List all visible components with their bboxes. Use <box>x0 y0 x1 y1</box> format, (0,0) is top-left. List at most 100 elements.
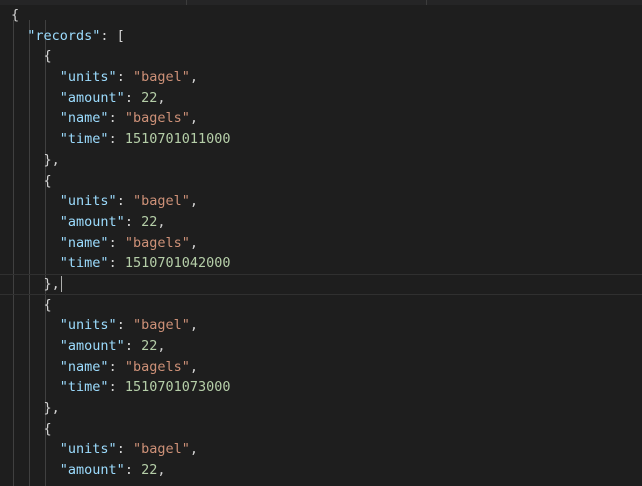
json-string-value: "bagels" <box>124 358 190 375</box>
code-line[interactable]: }, <box>0 150 642 171</box>
json-key: "time" <box>59 379 109 396</box>
json-key: "name" <box>59 110 109 127</box>
code-line[interactable]: "units": "bagel", <box>0 67 642 88</box>
json-punctuation: : <box>108 255 125 272</box>
code-line[interactable]: { <box>0 419 642 440</box>
json-punctuation: { <box>43 420 52 437</box>
json-punctuation: : <box>116 193 133 210</box>
json-string-value: "bagel" <box>132 317 190 334</box>
json-punctuation: }, <box>43 151 60 168</box>
code-line[interactable]: "amount": 22, <box>0 212 642 233</box>
json-punctuation: , <box>157 213 166 230</box>
json-string-value: "bagel" <box>132 193 190 210</box>
json-number-value: 1510701042000 <box>124 255 231 272</box>
json-string-value: "bagel" <box>132 69 190 86</box>
json-punctuation: }, <box>43 400 60 417</box>
json-punctuation: , <box>157 89 166 106</box>
json-key: "units" <box>59 441 117 458</box>
json-number-value: 1510701073000 <box>124 379 231 396</box>
code-line[interactable]: "time": 1510701073000 <box>0 377 642 398</box>
json-key: "amount" <box>59 89 125 106</box>
json-punctuation: , <box>189 110 198 127</box>
code-line[interactable]: "time": 1510701011000 <box>0 129 642 150</box>
json-punctuation: : [ <box>100 27 125 44</box>
code-line[interactable]: "units": "bagel", <box>0 439 642 460</box>
code-line[interactable]: "units": "bagel", <box>0 191 642 212</box>
json-key: "records" <box>27 27 101 44</box>
json-key: "name" <box>59 234 109 251</box>
json-punctuation: : <box>116 69 133 86</box>
json-string-value: "bagels" <box>124 110 190 127</box>
json-key: "units" <box>59 69 117 86</box>
json-key: "time" <box>59 255 109 272</box>
json-number-value: 22 <box>141 89 158 106</box>
json-punctuation: { <box>43 172 52 189</box>
json-punctuation: , <box>189 441 198 458</box>
json-punctuation: : <box>124 338 142 354</box>
json-punctuation: : <box>116 441 133 458</box>
json-punctuation: , <box>189 234 198 251</box>
code-line[interactable]: "amount": 22, <box>0 88 642 109</box>
code-line[interactable]: { <box>0 171 642 192</box>
text-cursor <box>60 275 62 292</box>
json-key: "amount" <box>59 213 125 230</box>
json-punctuation: { <box>43 296 52 313</box>
code-editor[interactable]: { "records": [ { "units": "bagel", "amou… <box>0 0 642 486</box>
json-punctuation: : <box>124 213 142 230</box>
code-line[interactable]: "name": "bagels", <box>0 357 642 378</box>
code-line[interactable]: "amount": 22, <box>0 460 642 481</box>
json-punctuation: , <box>189 193 198 210</box>
json-punctuation: : <box>108 234 125 251</box>
code-line[interactable]: "name": "bagels", <box>0 233 642 254</box>
json-key: "amount" <box>59 338 125 354</box>
json-punctuation: : <box>108 358 125 375</box>
json-key: "units" <box>59 193 117 210</box>
json-punctuation: : <box>116 317 133 334</box>
code-line[interactable]: { <box>0 295 642 316</box>
json-number-value: 22 <box>141 213 158 230</box>
json-punctuation: : <box>108 131 125 148</box>
code-line[interactable]: "units": "bagel", <box>0 315 642 336</box>
code-line-current[interactable]: }, <box>0 273 642 295</box>
json-number-value: 22 <box>141 338 158 354</box>
json-punctuation: , <box>189 69 198 86</box>
json-punctuation: : <box>124 89 142 106</box>
json-punctuation: }, <box>43 275 60 292</box>
code-line[interactable]: { <box>0 5 642 26</box>
json-punctuation: : <box>108 110 125 127</box>
json-number-value: 1510701011000 <box>124 131 231 148</box>
json-key: "amount" <box>59 462 125 479</box>
json-key: "time" <box>59 131 109 148</box>
json-punctuation: : <box>124 462 142 479</box>
code-line[interactable]: "name": "bagels", <box>0 108 642 129</box>
json-key: "name" <box>59 358 109 375</box>
json-punctuation: : <box>108 379 125 396</box>
code-lines[interactable]: { "records": [ { "units": "bagel", "amou… <box>0 5 642 481</box>
json-punctuation: , <box>157 338 166 354</box>
code-line[interactable]: }, <box>0 398 642 419</box>
code-line[interactable]: { <box>0 46 642 67</box>
code-line[interactable]: "amount": 22, <box>0 336 642 357</box>
code-line[interactable]: "time": 1510701042000 <box>0 253 642 274</box>
code-line[interactable]: "records": [ <box>0 26 642 47</box>
json-punctuation: { <box>11 7 20 23</box>
json-key: "units" <box>59 317 117 334</box>
json-punctuation: , <box>157 462 166 479</box>
